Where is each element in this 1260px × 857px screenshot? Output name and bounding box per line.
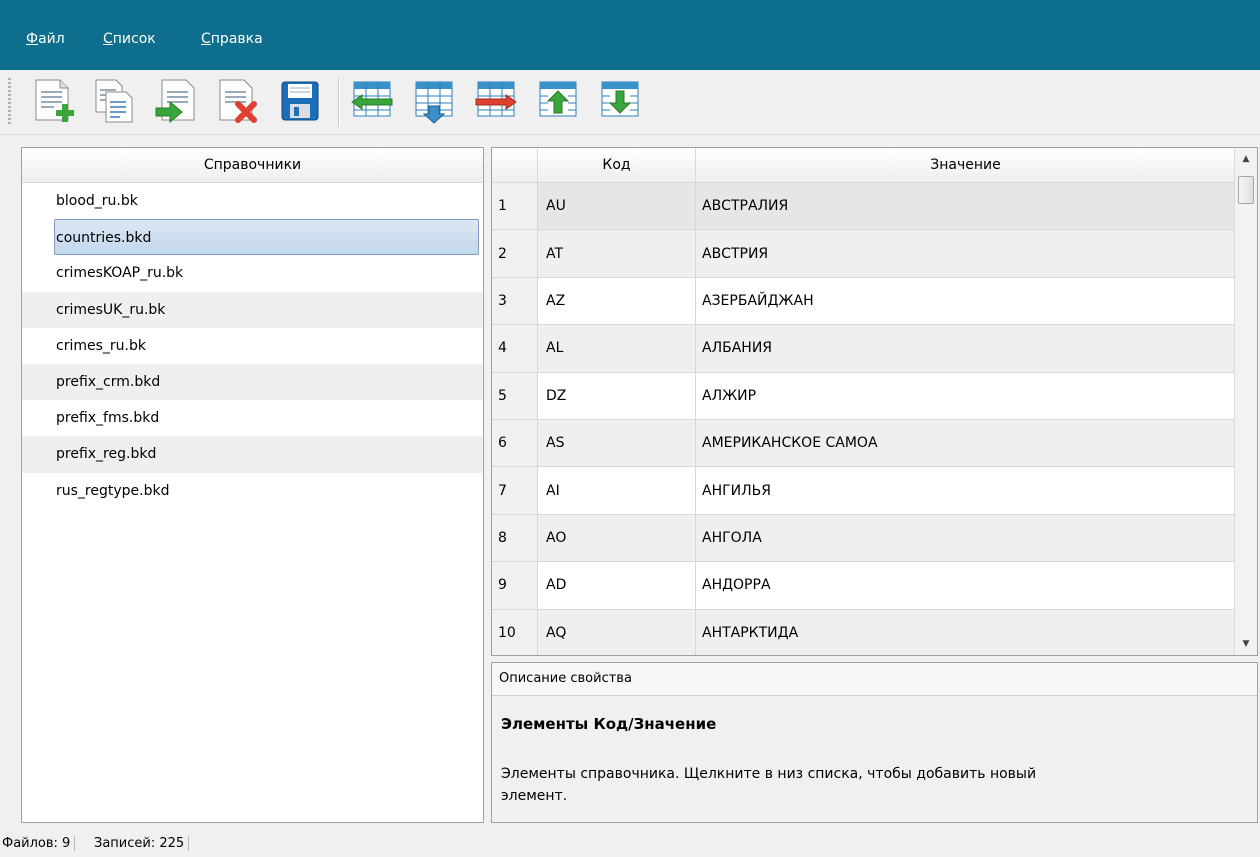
add-row-button[interactable] [410, 76, 458, 128]
scroll-down-icon[interactable]: ▼ [1235, 633, 1257, 655]
code-cell[interactable]: AT [538, 230, 696, 277]
files-count: Файлов: 9 [2, 836, 76, 851]
file-item[interactable]: prefix_fms.bkd [22, 400, 483, 436]
code-cell[interactable]: AD [538, 562, 696, 609]
description-text: Элементы справочника. Щелкните в низ спи… [501, 766, 1037, 804]
remove-row-icon [475, 81, 517, 117]
directories-panel: Справочники blood_ru.bk countries.bkd cr… [21, 147, 484, 823]
value-cell[interactable]: АЛБАНИЯ [696, 325, 1235, 371]
row-number[interactable]: 10 [492, 609, 538, 655]
file-item[interactable]: crimes_ru.bk [22, 328, 483, 364]
move-row-up-icon [539, 81, 577, 117]
import-file-button[interactable] [152, 76, 200, 128]
table-row[interactable]: 9 AD АНДОРРА [492, 562, 1235, 610]
table-header-row: Код Значение [492, 148, 1235, 183]
import-file-icon [155, 79, 195, 124]
row-number[interactable]: 4 [492, 325, 538, 372]
table-row[interactable]: 7 AI АНГИЛЬЯ [492, 467, 1235, 515]
scroll-thumb[interactable] [1238, 176, 1254, 204]
copy-file-button[interactable] [90, 76, 138, 128]
table-row[interactable]: 3 AZ АЗЕРБАЙДЖАН [492, 277, 1235, 326]
delete-file-button[interactable] [214, 76, 262, 128]
value-cell[interactable]: АНТАРКТИДА [696, 610, 1235, 655]
value-cell[interactable]: АНГОЛА [696, 515, 1235, 561]
toolbar-separator [338, 78, 340, 126]
row-number[interactable]: 5 [492, 372, 538, 419]
file-list: blood_ru.bk countries.bkd crimesKOAP_ru.… [22, 183, 483, 509]
file-item[interactable]: prefix_reg.bkd [22, 436, 483, 473]
delete-file-icon [219, 79, 257, 123]
code-cell[interactable]: AO [538, 514, 696, 562]
file-item[interactable]: blood_ru.bk [22, 183, 483, 219]
value-cell[interactable]: АЗЕРБАЙДЖАН [696, 278, 1235, 324]
table-scrollbar[interactable]: ▲ ▼ [1234, 148, 1257, 655]
remove-row-button[interactable] [472, 76, 520, 128]
add-row-icon [415, 81, 453, 124]
row-number[interactable]: 3 [492, 277, 538, 325]
toolbar [0, 70, 1260, 135]
row-number[interactable]: 1 [492, 183, 538, 230]
status-bar: Файлов: 9 Записей: 225 [0, 830, 1260, 857]
value-cell[interactable]: АНГИЛЬЯ [696, 467, 1235, 513]
insert-row-icon [351, 81, 393, 117]
copy-file-icon [95, 79, 133, 123]
value-column-header[interactable]: Значение [696, 148, 1235, 182]
code-cell[interactable]: AS [538, 419, 696, 467]
table-row[interactable]: 4 AL АЛБАНИЯ [492, 325, 1235, 373]
table-row[interactable]: 1 AU АВСТРАЛИЯ [492, 183, 1235, 231]
menu-bar: Файл Список Справка [0, 0, 1260, 70]
menu-file[interactable]: Файл [26, 31, 65, 47]
row-number[interactable]: 6 [492, 419, 538, 467]
value-cell[interactable]: АМЕРИКАНСКОЕ САМОА [696, 420, 1235, 466]
move-row-up-button[interactable] [534, 76, 582, 128]
row-number[interactable]: 8 [492, 514, 538, 562]
table-row[interactable]: 5 DZ АЛЖИР [492, 372, 1235, 420]
file-item[interactable]: crimesUK_ru.bk [22, 291, 483, 328]
row-number-header[interactable] [492, 148, 538, 182]
table-body: 1 AU АВСТРАЛИЯ 2 AT АВСТРИЯ 3 AZ АЗЕРБАЙ… [492, 183, 1235, 655]
value-cell[interactable]: АЛЖИР [696, 373, 1235, 419]
value-cell[interactable]: АВСТРАЛИЯ [696, 183, 1235, 230]
row-number[interactable]: 2 [492, 230, 538, 277]
new-file-icon [35, 79, 74, 122]
description-header: Описание свойства [492, 663, 1257, 696]
scroll-up-icon[interactable]: ▲ [1235, 148, 1257, 170]
save-icon [281, 81, 319, 121]
value-cell[interactable]: АНДОРРА [696, 562, 1235, 608]
code-cell[interactable]: AU [538, 183, 696, 230]
directories-header: Справочники [22, 148, 483, 183]
table-row[interactable]: 10 AQ АНТАРКТИДА [492, 609, 1235, 655]
file-item[interactable]: prefix_crm.bkd [22, 363, 483, 401]
save-button[interactable] [276, 76, 324, 128]
code-cell[interactable]: AZ [538, 277, 696, 325]
value-cell[interactable]: АВСТРИЯ [696, 230, 1235, 276]
move-row-down-icon [601, 81, 639, 117]
code-cell[interactable]: AI [538, 467, 696, 514]
table-row[interactable]: 2 AT АВСТРИЯ [492, 230, 1235, 278]
table-row[interactable]: 6 AS АМЕРИКАНСКОЕ САМОА [492, 419, 1235, 468]
table-row[interactable]: 8 AO АНГОЛА [492, 514, 1235, 563]
file-item[interactable]: crimesKOAP_ru.bk [22, 255, 483, 291]
code-cell[interactable]: AL [538, 325, 696, 372]
code-cell[interactable]: DZ [538, 372, 696, 419]
code-value-table: Код Значение 1 AU АВСТРАЛИЯ 2 AT АВСТРИЯ… [491, 147, 1258, 656]
file-item-selected[interactable]: countries.bkd [54, 219, 479, 256]
code-cell[interactable]: AQ [538, 609, 696, 655]
description-title: Элементы Код/Значение [501, 715, 717, 733]
toolbar-grip[interactable] [8, 78, 11, 126]
row-number[interactable]: 7 [492, 467, 538, 514]
menu-help[interactable]: Справка [201, 31, 263, 47]
move-row-down-button[interactable] [596, 76, 644, 128]
records-count: Записей: 225 [94, 836, 190, 851]
file-item[interactable]: rus_regtype.bkd [22, 473, 483, 509]
menu-list[interactable]: Список [103, 31, 156, 47]
row-number[interactable]: 9 [492, 562, 538, 609]
property-description-panel: Описание свойства Элементы Код/Значение … [491, 662, 1258, 823]
insert-row-button[interactable] [348, 76, 396, 128]
code-column-header[interactable]: Код [538, 148, 696, 182]
new-file-button[interactable] [30, 76, 78, 128]
